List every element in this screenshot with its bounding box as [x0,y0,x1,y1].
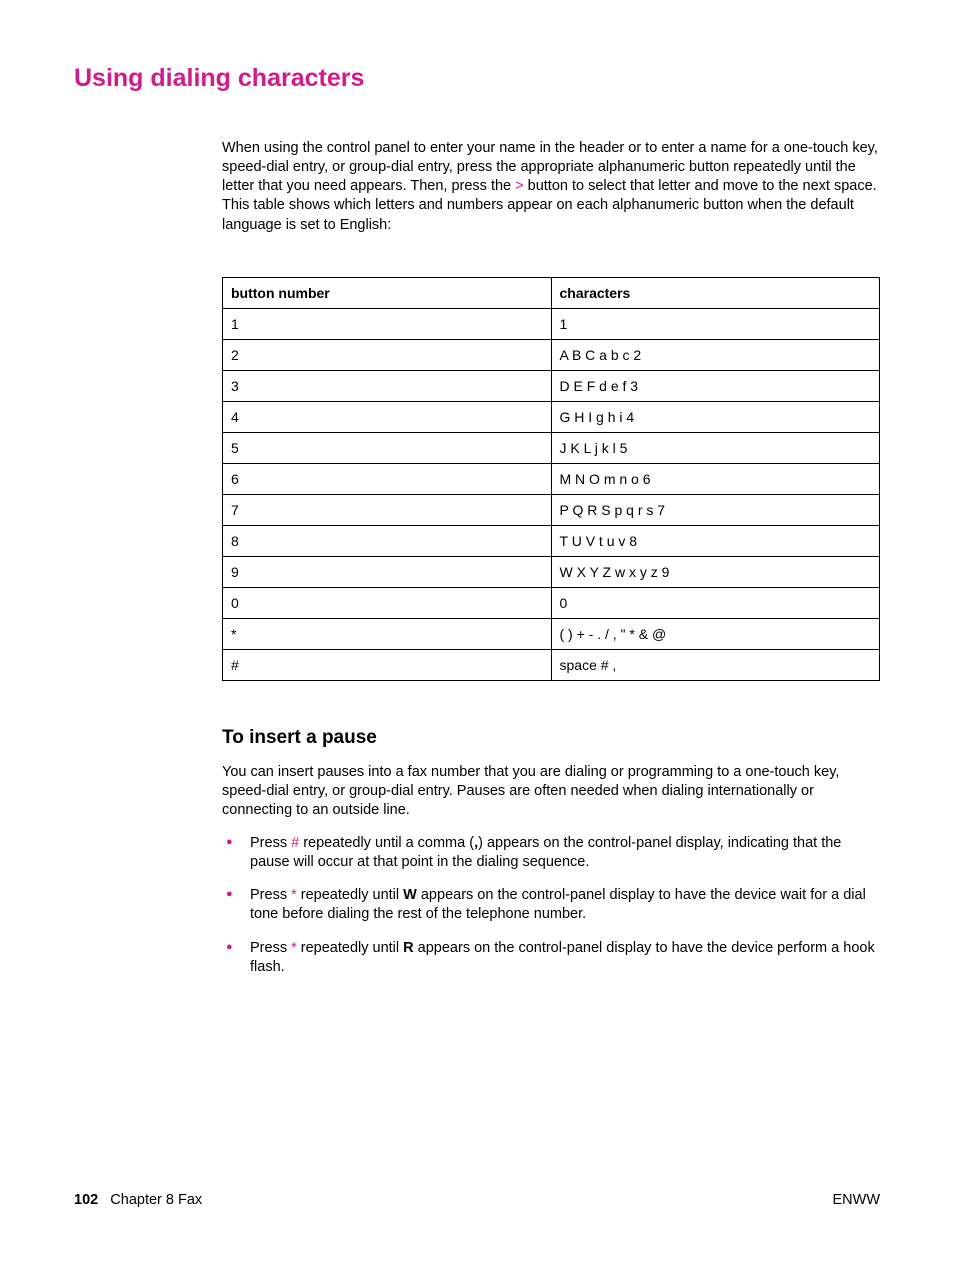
right-arrow-button-symbol: > [515,178,523,194]
cell-characters: 1 [551,308,880,339]
footer-right: ENWW [832,1192,880,1208]
cell-characters: 0 [551,587,880,618]
cell-button-number: * [223,618,552,649]
table-row: 2A B C a b c 2 [223,339,880,370]
bullet-text-pre: Press [250,835,291,851]
bullet-text-mid1: repeatedly until [297,887,403,903]
cell-characters: space # , [551,649,880,680]
table-row: *( ) + - . / , " * & @ [223,618,880,649]
col-header-characters: characters [551,277,880,308]
cell-button-number: 9 [223,556,552,587]
page-number: 102 [74,1192,98,1208]
bullet-text-pre: Press [250,887,291,903]
cell-button-number: 6 [223,463,552,494]
cell-button-number: 0 [223,587,552,618]
cell-characters: P Q R S p q r s 7 [551,494,880,525]
bullet-bold: R [403,940,413,956]
bullet-text-mid1: repeatedly until a comma ( [299,835,474,851]
cell-button-number: 8 [223,525,552,556]
cell-characters: G H I g h i 4 [551,401,880,432]
cell-button-number: 7 [223,494,552,525]
table-row: 6M N O m n o 6 [223,463,880,494]
bullet-bold: W [403,887,417,903]
page-title: Using dialing characters [74,64,880,93]
bullet-symbol: # [291,835,299,851]
cell-characters: D E F d e f 3 [551,370,880,401]
list-item: Press * repeatedly until R appears on th… [222,939,880,977]
table-header-row: button number characters [223,277,880,308]
intro-paragraph: When using the control panel to enter yo… [222,139,880,235]
cell-characters: W X Y Z w x y z 9 [551,556,880,587]
bullet-text-mid1: repeatedly until [297,940,403,956]
body-column: When using the control panel to enter yo… [222,139,880,977]
table-row: 9W X Y Z w x y z 9 [223,556,880,587]
table-row: 4G H I g h i 4 [223,401,880,432]
cell-button-number: 2 [223,339,552,370]
subsection-paragraph: You can insert pauses into a fax number … [222,763,880,820]
cell-button-number: 5 [223,432,552,463]
col-header-button-number: button number [223,277,552,308]
page: Using dialing characters When using the … [0,0,954,1270]
table-row: 5J K L j k l 5 [223,432,880,463]
cell-characters: T U V t u v 8 [551,525,880,556]
cell-button-number: 3 [223,370,552,401]
list-item: Press # repeatedly until a comma (,) app… [222,834,880,872]
table-row: #space # , [223,649,880,680]
bullet-text-pre: Press [250,940,291,956]
table-row: 3D E F d e f 3 [223,370,880,401]
table-row: 7P Q R S p q r s 7 [223,494,880,525]
list-item: Press * repeatedly until W appears on th… [222,886,880,924]
table-row: 11 [223,308,880,339]
characters-table: button number characters 112A B C a b c … [222,277,880,681]
subsection-title: To insert a pause [222,727,880,749]
table-row: 00 [223,587,880,618]
cell-button-number: # [223,649,552,680]
cell-characters: A B C a b c 2 [551,339,880,370]
cell-characters: M N O m n o 6 [551,463,880,494]
chapter-label: Chapter 8 Fax [110,1192,202,1208]
bullet-list: Press # repeatedly until a comma (,) app… [222,834,880,977]
cell-button-number: 1 [223,308,552,339]
page-footer: 102 Chapter 8 Fax ENWW [74,1192,880,1208]
cell-button-number: 4 [223,401,552,432]
cell-characters: ( ) + - . / , " * & @ [551,618,880,649]
table-row: 8T U V t u v 8 [223,525,880,556]
cell-characters: J K L j k l 5 [551,432,880,463]
